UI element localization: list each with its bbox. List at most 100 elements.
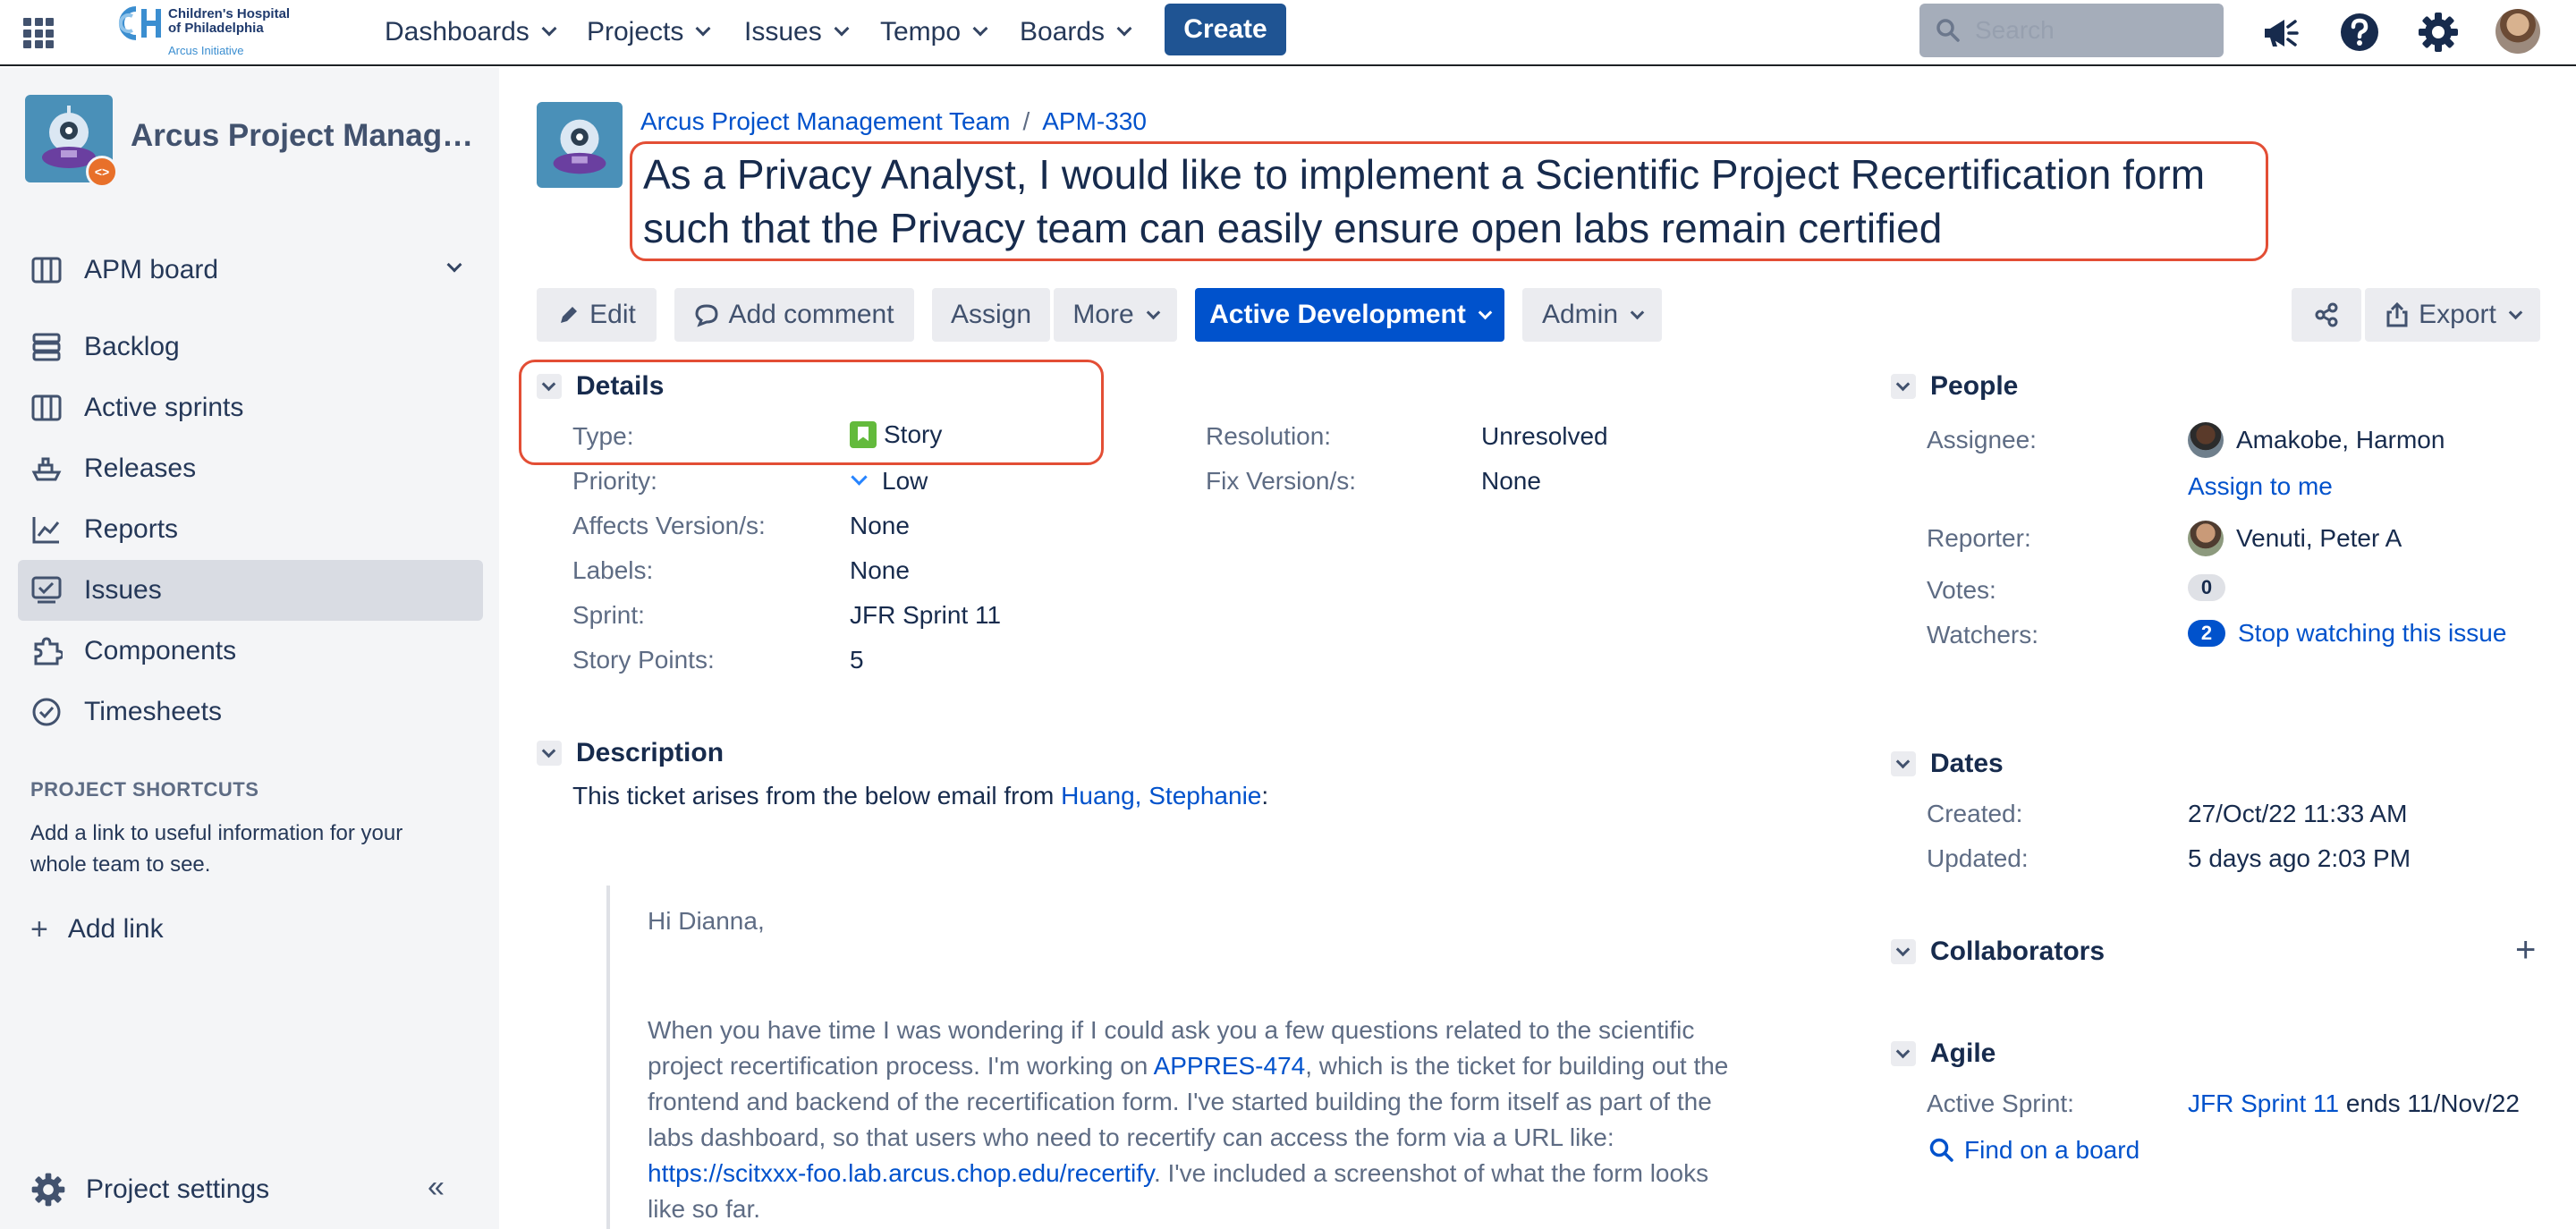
create-button[interactable]: Create — [1165, 4, 1286, 55]
email-quote: Hi Dianna, When you have time I was wond… — [606, 886, 1769, 1229]
assign-label: Assign — [950, 300, 1032, 329]
votes-count-badge: 0 — [2188, 574, 2225, 601]
add-link-button[interactable]: + Add link — [30, 907, 164, 952]
reporter-label: Reporter: — [1927, 524, 2031, 552]
project-settings-link[interactable]: Project settings — [30, 1163, 269, 1216]
user-avatar[interactable] — [2496, 9, 2540, 54]
gear-icon — [31, 1173, 65, 1207]
sidebar-item-components[interactable]: Components — [18, 621, 483, 682]
sidebar-item-releases[interactable]: Releases — [18, 438, 483, 499]
search-input[interactable]: Search — [1919, 4, 2224, 57]
agile-section-toggle[interactable]: Agile — [1891, 1036, 1996, 1072]
export-button[interactable]: Export — [2365, 288, 2540, 342]
logo-line-3: Arcus Initiative — [168, 44, 244, 57]
watchers-count-badge: 2 — [2188, 620, 2225, 647]
nav-dashboards[interactable]: Dashboards — [385, 13, 557, 52]
sprint-value[interactable]: JFR Sprint 11 — [850, 601, 1001, 630]
appres-link[interactable]: APPRES-474 — [1154, 1052, 1306, 1080]
breadcrumb: Arcus Project Management Team / APM-330 — [640, 107, 1147, 136]
author-link-second[interactable]: Stephanie — [1148, 782, 1261, 809]
description-title: Description — [576, 738, 724, 767]
status-button[interactable]: Active Development — [1195, 288, 1504, 342]
resolution-value: Unresolved — [1481, 422, 1608, 450]
reporter-value[interactable]: Venuti, Peter A — [2188, 521, 2402, 556]
author-link-first[interactable]: Huang, — [1061, 782, 1141, 809]
description-intro-end: : — [1261, 782, 1269, 809]
sidebar-item-reports[interactable]: Reports — [18, 499, 483, 560]
board-selector[interactable]: APM board — [18, 240, 478, 301]
fix-version-label: Fix Version/s: — [1206, 467, 1357, 495]
issues-icon — [31, 576, 62, 604]
resolution-label: Resolution: — [1206, 422, 1332, 450]
chevron-down-icon — [1891, 1041, 1916, 1066]
sidebar-item-label: Active sprints — [84, 393, 244, 422]
affects-version-value[interactable]: None — [850, 512, 910, 540]
chevron-down-icon — [2508, 305, 2523, 319]
assignee-name: Amakobe, Harmon — [2236, 426, 2445, 453]
help-icon[interactable] — [2338, 11, 2381, 54]
sidebar-item-backlog[interactable]: Backlog — [18, 317, 483, 377]
fix-version-value[interactable]: None — [1481, 467, 1541, 496]
priority-value[interactable]: Low — [850, 467, 928, 496]
dates-section-toggle[interactable]: Dates — [1891, 746, 2004, 782]
add-comment-button[interactable]: Add comment — [674, 288, 914, 342]
more-button[interactable]: More — [1054, 288, 1177, 342]
nav-dashboards-label: Dashboards — [385, 17, 530, 47]
priority-value-text: Low — [882, 467, 928, 495]
clock-icon — [32, 698, 61, 726]
project-avatar-small[interactable] — [537, 102, 623, 188]
votes-value[interactable]: 0 — [2188, 574, 2238, 601]
nav-issues[interactable]: Issues — [744, 13, 850, 52]
sidebar-item-label: Releases — [84, 453, 197, 483]
active-sprint-link[interactable]: JFR Sprint 11 — [2188, 1089, 2339, 1118]
ship-icon — [31, 457, 62, 481]
chop-logo[interactable]: Children's Hospital of Philadelphia Arcu… — [113, 4, 318, 61]
more-label: More — [1072, 300, 1134, 329]
sidebar-item-label: Issues — [84, 575, 162, 605]
sprint-ends-text: ends 11/Nov/22 — [2345, 1089, 2520, 1117]
nav-tempo[interactable]: Tempo — [880, 13, 988, 52]
breadcrumb-issue-key[interactable]: APM-330 — [1042, 107, 1147, 136]
share-button[interactable] — [2292, 288, 2361, 342]
watchers-value[interactable]: 2 Stop watching this issue — [2188, 619, 2506, 648]
chevron-down-icon — [834, 21, 850, 37]
people-section-toggle[interactable]: People — [1891, 369, 2018, 404]
labels-value[interactable]: None — [850, 556, 910, 585]
recertify-url-link[interactable]: https://scitxxx-foo.lab.arcus.chop.edu/r… — [648, 1159, 1154, 1187]
add-collaborator-plus-icon[interactable]: + — [2515, 930, 2536, 970]
chevron-down-icon — [1891, 939, 1916, 964]
sidebar-item-active-sprints[interactable]: Active sprints — [18, 377, 483, 438]
admin-button[interactable]: Admin — [1522, 288, 1662, 342]
backlog-icon — [32, 333, 61, 361]
assignee-value[interactable]: Amakobe, Harmon — [2188, 422, 2445, 458]
watchers-label: Watchers: — [1927, 621, 2038, 648]
type-value[interactable]: Story — [850, 420, 942, 449]
sidebar-item-timesheets[interactable]: Timesheets — [18, 682, 483, 742]
breadcrumb-project[interactable]: Arcus Project Management Team — [640, 107, 1010, 136]
nav-boards[interactable]: Boards — [1020, 13, 1132, 52]
story-points-value[interactable]: 5 — [850, 646, 864, 674]
gear-icon[interactable] — [2417, 11, 2460, 54]
chevron-down-icon — [1891, 751, 1916, 776]
search-icon — [1936, 19, 1960, 42]
labels-label: Labels: — [572, 556, 654, 584]
megaphone-icon[interactable] — [2258, 11, 2301, 54]
stop-watching-link[interactable]: Stop watching this issue — [2238, 619, 2506, 648]
assign-button[interactable]: Assign — [932, 288, 1050, 342]
apps-icon[interactable] — [23, 18, 54, 48]
edit-button[interactable]: Edit — [537, 288, 657, 342]
sidebar-item-issues[interactable]: Issues — [18, 560, 483, 621]
collaborators-title: Collaborators — [1930, 937, 2106, 966]
sidebar-item-label: Components — [84, 636, 237, 665]
type-value-text: Story — [884, 420, 943, 448]
nav-projects[interactable]: Projects — [587, 13, 711, 52]
collaborators-section-toggle[interactable]: Collaborators — [1891, 934, 2105, 970]
description-section-toggle[interactable]: Description — [537, 735, 724, 771]
chevron-down-icon — [1630, 305, 1645, 319]
project-name[interactable]: Arcus Project Management Team — [131, 118, 488, 154]
edit-label: Edit — [589, 300, 636, 329]
issue-summary[interactable]: As a Privacy Analyst, I would like to im… — [630, 141, 2268, 261]
assign-to-me-link[interactable]: Assign to me — [2188, 472, 2333, 501]
find-on-board-link[interactable]: Find on a board — [1928, 1136, 2140, 1165]
collapse-sidebar-icon[interactable]: « — [428, 1170, 463, 1206]
